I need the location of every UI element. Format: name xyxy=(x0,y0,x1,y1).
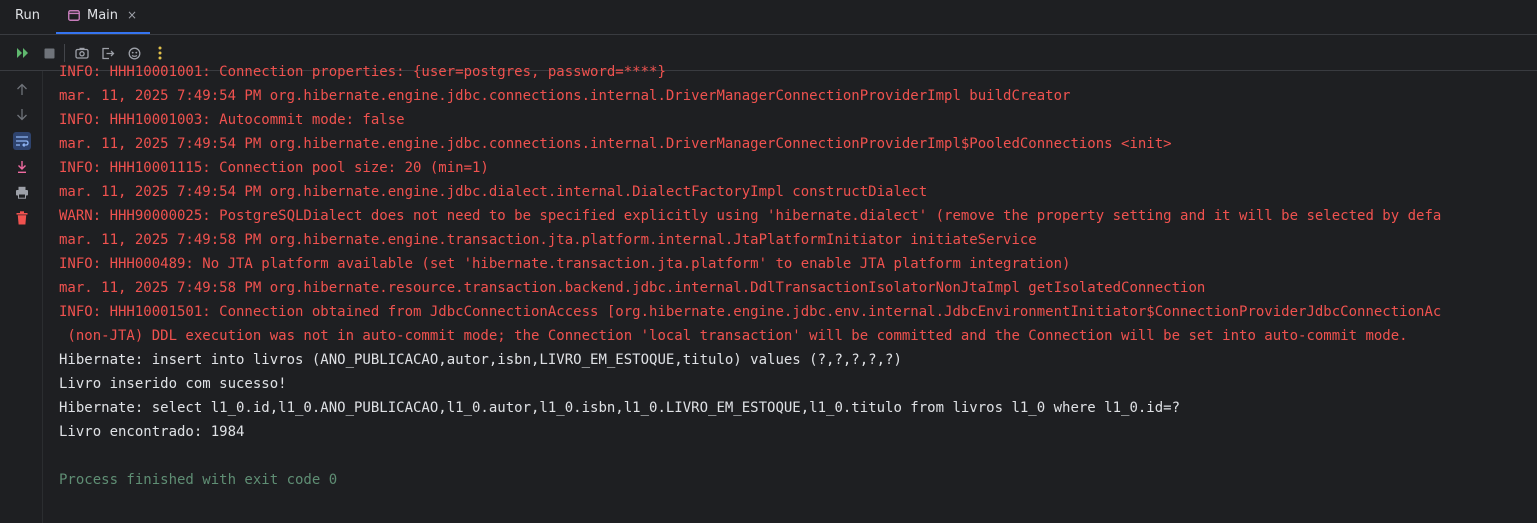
stop-icon[interactable] xyxy=(41,45,57,61)
tool-window-header: Run Main × xyxy=(0,0,1537,35)
run-tool-window-title: Run xyxy=(15,8,40,23)
arrow-down-icon[interactable] xyxy=(13,105,31,123)
console-line: mar. 11, 2025 7:49:58 PM org.hibernate.r… xyxy=(59,280,1206,296)
rerun-icon[interactable] xyxy=(15,45,31,61)
exit-icon[interactable] xyxy=(100,45,116,61)
console-output[interactable]: INFO: HHH10001001: Connection properties… xyxy=(59,60,1537,523)
console-line: INFO: HHH000489: No JTA platform availab… xyxy=(59,256,1071,272)
console-line: mar. 11, 2025 7:49:58 PM org.hibernate.e… xyxy=(59,232,1037,248)
console-line: INFO: HHH10001003: Autocommit mode: fals… xyxy=(59,112,405,128)
soft-wrap-icon[interactable] xyxy=(13,132,31,150)
arrow-up-icon[interactable] xyxy=(13,80,31,98)
console-line: INFO: HHH10001001: Connection properties… xyxy=(59,64,666,80)
clear-icon[interactable] xyxy=(13,209,31,227)
console-line: mar. 11, 2025 7:49:54 PM org.hibernate.e… xyxy=(59,136,1172,152)
window-icon xyxy=(68,10,80,25)
debug-icon[interactable] xyxy=(126,45,142,61)
close-icon[interactable]: × xyxy=(127,8,137,22)
console-line: Hibernate: insert into livros (ANO_PUBLI… xyxy=(59,352,902,368)
more-icon[interactable] xyxy=(152,45,168,61)
console-line: Livro encontrado: 1984 xyxy=(59,424,245,440)
console-line: WARN: HHH90000025: PostgreSQLDialect doe… xyxy=(59,208,1442,224)
scroll-to-end-icon[interactable] xyxy=(13,158,31,176)
tab-label: Main xyxy=(87,8,119,23)
tab-main[interactable]: Main × xyxy=(56,0,150,34)
console-line: Process finished with exit code 0 xyxy=(59,472,338,488)
console-line: (non-JTA) DDL execution was not in auto-… xyxy=(59,328,1408,344)
console-line: mar. 11, 2025 7:49:54 PM org.hibernate.e… xyxy=(59,88,1071,104)
console-line: Hibernate: select l1_0.id,l1_0.ANO_PUBLI… xyxy=(59,400,1181,416)
console-line: INFO: HHH10001115: Connection pool size:… xyxy=(59,160,489,176)
print-icon[interactable] xyxy=(13,183,31,201)
console-line: mar. 11, 2025 7:49:54 PM org.hibernate.e… xyxy=(59,184,928,200)
console-line: INFO: HHH10001501: Connection obtained f… xyxy=(59,304,1442,320)
screenshot-icon[interactable] xyxy=(74,45,90,61)
console-side-toolbar xyxy=(0,71,43,523)
console-line: Livro inserido com sucesso! xyxy=(59,376,287,392)
